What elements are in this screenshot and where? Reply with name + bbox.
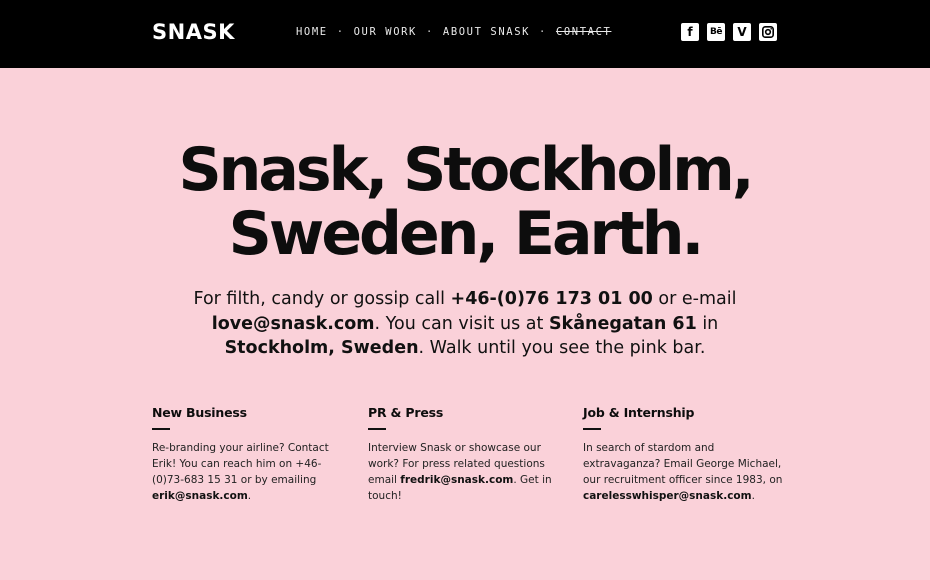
street-address: Skånegatan 61: [548, 313, 697, 334]
hero-heading: Snask, Stockholm, Sweden, Earth.: [0, 138, 930, 266]
intro-text: in: [696, 313, 719, 334]
column-divider: [583, 428, 601, 430]
column-title: PR & Press: [368, 405, 444, 420]
column-text: Interview Snask or showcase our work? Fo…: [368, 442, 552, 502]
social-links: f Bē V: [681, 23, 777, 41]
city-address: Stockholm, Sweden: [224, 338, 419, 358]
column-text: In search of stardom and extravaganza? E…: [583, 442, 783, 502]
instagram-icon[interactable]: [759, 23, 777, 41]
column-text: Re-branding your airline? Contact Erik! …: [152, 442, 329, 502]
email-link[interactable]: erik@snask.com: [152, 490, 248, 502]
email-link[interactable]: carelesswhisper@snask.com: [583, 490, 752, 502]
email-link[interactable]: fredrik@snask.com: [400, 474, 513, 486]
snask-logo[interactable]: SNASK: [152, 20, 235, 44]
nav-separator: ·: [336, 26, 345, 38]
vimeo-icon[interactable]: V: [733, 23, 751, 41]
phone-number[interactable]: +46-(0)76 173 01 00: [451, 289, 653, 309]
hero-line-2: Sweden, Earth.: [228, 199, 705, 269]
intro-text: or e-mail: [652, 289, 737, 309]
new-business-column: New Business Re-branding your airline? C…: [152, 405, 352, 504]
intro-text: . Walk until you see the pink bar.: [418, 338, 706, 358]
column-divider: [368, 428, 386, 430]
main-nav: HOME · OUR WORK · ABOUT SNASK · CONTACT: [296, 26, 611, 38]
facebook-icon[interactable]: f: [681, 23, 699, 41]
main-email-link[interactable]: love@snask.com: [212, 314, 375, 334]
column-title: Job & Internship: [583, 405, 695, 420]
nav-about-snask[interactable]: ABOUT SNASK: [443, 26, 530, 38]
job-internship-column: Job & Internship In search of stardom an…: [583, 405, 783, 504]
column-title: New Business: [152, 405, 247, 420]
pr-press-column: PR & Press Interview Snask or showcase o…: [368, 405, 568, 504]
nav-separator: ·: [539, 26, 547, 38]
nav-home[interactable]: HOME: [296, 26, 328, 38]
intro-text: . You can visit us at: [374, 313, 549, 334]
nav-separator: ·: [425, 26, 434, 38]
hero-line-1: Snask, Stockholm,: [178, 135, 754, 205]
top-navigation-bar: SNASK HOME · OUR WORK · ABOUT SNASK · CO…: [0, 0, 930, 68]
intro-text: For filth, candy or gossip call: [193, 289, 451, 309]
contact-intro: For filth, candy or gossip call +46-(0)7…: [165, 287, 765, 361]
nav-contact[interactable]: CONTACT: [556, 26, 611, 38]
nav-our-work[interactable]: OUR WORK: [354, 26, 417, 38]
behance-icon[interactable]: Bē: [707, 23, 725, 41]
column-divider: [152, 428, 170, 430]
